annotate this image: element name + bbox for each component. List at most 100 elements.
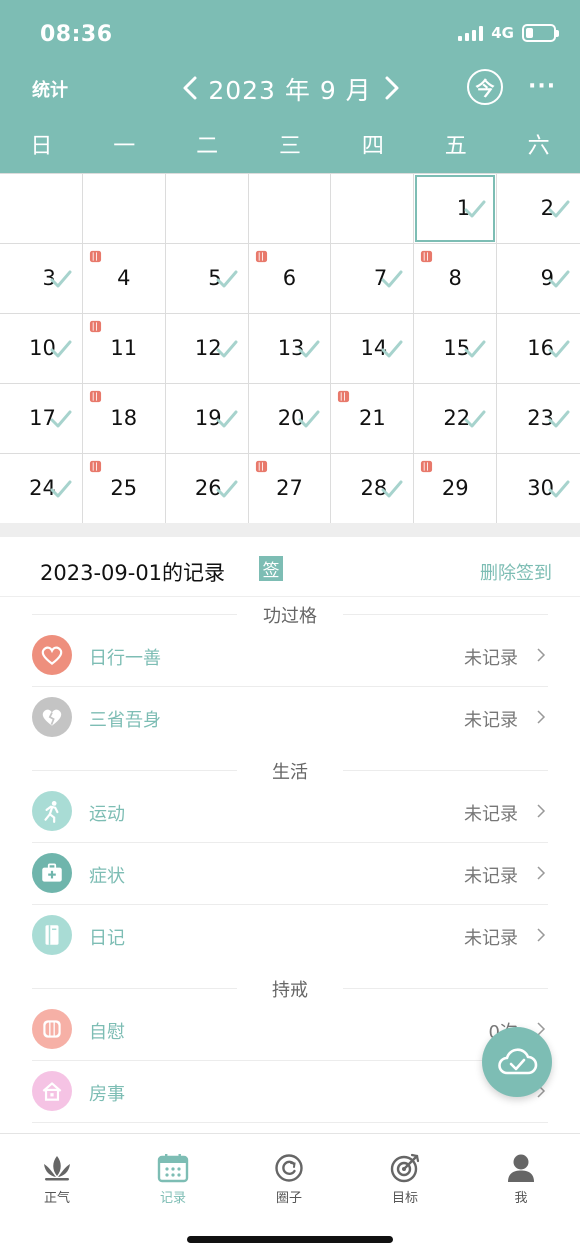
calendar-day-cell[interactable]: 13	[248, 314, 332, 384]
record-row-label: 症状	[89, 866, 125, 887]
record-row[interactable]: 日行一善 未记录	[32, 625, 548, 687]
today-button[interactable]: 今	[467, 69, 503, 105]
calendar-day-cell[interactable]: 3	[0, 244, 83, 314]
broken-heart-icon	[32, 697, 72, 737]
record-row[interactable]: 日记 未记录	[32, 905, 548, 967]
record-row-value: 未记录	[464, 648, 518, 669]
tab-circle[interactable]: 圈子	[249, 1152, 329, 1206]
next-month-icon[interactable]	[376, 70, 406, 106]
tab-zhengqi[interactable]: 正气	[17, 1152, 97, 1206]
record-row[interactable]: 三省吾身 未记录	[32, 687, 548, 749]
record-row-value: 未记录	[464, 866, 518, 887]
target-icon	[390, 1153, 420, 1183]
weekday-label: 三	[279, 134, 302, 159]
calendar-day-cell[interactable]: 19	[165, 384, 249, 454]
checkmark-icon	[381, 480, 403, 498]
tissue-roll-icon	[32, 1009, 72, 1049]
calendar-day-cell[interactable]: 12	[165, 314, 249, 384]
tissue-roll-icon	[89, 320, 101, 333]
checkmark-icon	[548, 480, 570, 498]
month-title[interactable]: 2023 年 9 月	[200, 71, 380, 107]
checkmark-icon	[548, 410, 570, 428]
more-icon[interactable]: ···	[528, 74, 556, 99]
calendar-day-cell[interactable]: 11	[82, 314, 166, 384]
calendar-day-cell[interactable]: 17	[0, 384, 83, 454]
calendar-day-cell[interactable]: 6	[248, 244, 332, 314]
status-time: 08:36	[40, 22, 113, 47]
checkmark-icon	[298, 410, 320, 428]
checkmark-icon	[216, 270, 238, 288]
tab-label: 记录	[159, 1191, 186, 1206]
lotus-icon	[44, 1156, 70, 1181]
home-indicator	[187, 1236, 393, 1243]
calendar-day-cell[interactable]: 27	[248, 454, 332, 524]
cloud-sync-icon	[498, 1048, 538, 1075]
record-row[interactable]: 房事	[32, 1061, 548, 1123]
calendar-day-cell[interactable]: 16	[497, 314, 580, 384]
calendar-day-cell[interactable]: 26	[165, 454, 249, 524]
weekday-label: 五	[444, 134, 467, 159]
tab-goals[interactable]: 目标	[365, 1152, 445, 1206]
calendar-day-cell[interactable]: 24	[0, 454, 83, 524]
calendar-day-cell[interactable]: 4	[82, 244, 166, 314]
day-number: 29	[441, 476, 469, 500]
record-row[interactable]: 运动 未记录	[32, 781, 548, 843]
weekday-header: 日 一 二 三 四 五 六	[0, 128, 580, 168]
record-row-value: 未记录	[464, 804, 518, 825]
tissue-roll-icon	[421, 460, 433, 473]
person-icon	[508, 1154, 534, 1182]
day-number: 6	[282, 266, 297, 290]
sign-badge: 签	[259, 556, 283, 581]
calendar-day-cell[interactable]: 30	[497, 454, 580, 524]
tab-records[interactable]: 记录	[133, 1152, 213, 1206]
calendar-day-cell[interactable]: 10	[0, 314, 83, 384]
day-number: 8	[448, 266, 462, 290]
circle-icon	[275, 1154, 303, 1182]
checkmark-icon	[381, 340, 403, 358]
record-date-title: 2023-09-01的记录	[40, 561, 226, 585]
cloud-sync-button[interactable]	[482, 1027, 552, 1097]
battery-icon	[522, 24, 559, 42]
calendar-empty-cell	[82, 174, 166, 244]
calendar-day-cell[interactable]: 21	[331, 384, 415, 454]
record-row[interactable]: 症状 未记录	[32, 843, 548, 905]
calendar-day-cell[interactable]: 29	[414, 454, 498, 524]
calendar-day-cell[interactable]: 20	[248, 384, 332, 454]
calendar-day-cell[interactable]: 22	[414, 384, 498, 454]
checkmark-icon	[548, 340, 570, 358]
record-row-label: 运动	[89, 804, 125, 825]
calendar-day-cell[interactable]: 2	[497, 174, 580, 244]
calendar-day-cell[interactable]: 8	[414, 244, 498, 314]
calendar-day-cell[interactable]: 7	[331, 244, 415, 314]
checkmark-icon	[464, 340, 486, 358]
tab-me[interactable]: 我	[481, 1152, 561, 1206]
tab-label: 圈子	[275, 1191, 302, 1206]
stats-button[interactable]: 统计	[32, 76, 68, 102]
checkmark-icon	[298, 340, 320, 358]
checkmark-icon	[50, 410, 72, 428]
calendar-empty-cell	[331, 174, 415, 244]
chevron-right-icon	[537, 928, 546, 942]
running-icon	[32, 791, 72, 831]
record-row[interactable]: 自慰0次	[32, 999, 548, 1061]
status-indicators: 4G	[458, 24, 559, 42]
calendar-day-cell[interactable]: 25	[82, 454, 166, 524]
day-number: 25	[110, 476, 138, 500]
calendar-day-cell[interactable]: 9	[497, 244, 580, 314]
calendar-empty-cell	[0, 174, 83, 244]
divider	[0, 523, 580, 537]
calendar-day-cell[interactable]: 23	[497, 384, 580, 454]
tissue-roll-icon	[89, 390, 101, 403]
calendar-day-cell[interactable]: 15	[414, 314, 498, 384]
calendar-day-cell[interactable]: 14	[331, 314, 415, 384]
calendar-day-cell[interactable]: 5	[165, 244, 249, 314]
calendar-day-cell[interactable]: 28	[331, 454, 415, 524]
record-row-label: 三省吾身	[89, 710, 161, 731]
day-number: 27	[276, 476, 303, 500]
calendar-day-cell[interactable]: 18	[82, 384, 166, 454]
chevron-right-icon	[537, 648, 546, 662]
delete-sign-button[interactable]: 删除签到	[480, 559, 552, 585]
medical-kit-icon	[32, 853, 72, 893]
calendar-day-cell[interactable]: 1	[414, 174, 498, 244]
checkmark-icon	[216, 480, 238, 498]
